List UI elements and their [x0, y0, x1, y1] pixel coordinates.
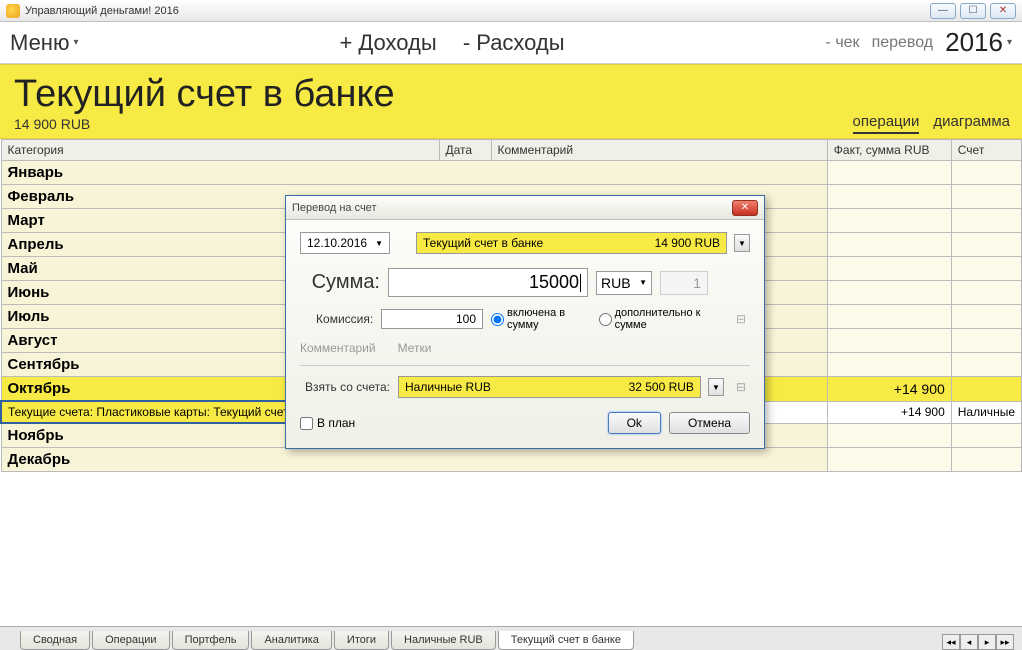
menu-button[interactable]: Меню ▾ [10, 30, 79, 56]
chevron-down-icon: ▾ [1007, 37, 1012, 48]
col-account[interactable]: Счет [951, 140, 1021, 161]
dialog-title: Перевод на счет [292, 202, 376, 214]
bottom-tab[interactable]: Итоги [334, 631, 389, 650]
cancel-button[interactable]: Отмена [669, 412, 750, 434]
col-comment[interactable]: Комментарий [491, 140, 827, 161]
transfer-dialog: Перевод на счет ✕ 12.10.2016 ▼ Текущий с… [285, 195, 765, 449]
bottom-tab[interactable]: Аналитика [251, 631, 331, 650]
radio-included[interactable]: включена в сумму [491, 307, 591, 331]
check-button[interactable]: - чек [826, 34, 860, 52]
bottom-tab[interactable]: Сводная [20, 631, 90, 650]
bottom-tab[interactable]: Портфель [172, 631, 250, 650]
year-value: 2016 [945, 27, 1003, 58]
date-input[interactable]: 12.10.2016 ▼ [300, 232, 390, 254]
sum-label: Сумма: [300, 271, 380, 294]
minimize-button[interactable]: — [930, 3, 956, 19]
tags-link[interactable]: Метки [398, 341, 432, 355]
month-row[interactable]: Декабрь [1, 448, 1022, 472]
col-category[interactable]: Категория [1, 140, 439, 161]
to-account-combo[interactable]: Текущий счет в банке 14 900 RUB [416, 232, 727, 254]
sum-input[interactable]: 15000 [388, 268, 588, 297]
tab-operations[interactable]: операции [853, 113, 920, 134]
bottom-tab[interactable]: Наличные RUB [391, 631, 496, 650]
expand-icon[interactable]: ⊟ [732, 312, 750, 326]
from-account-dropdown-button[interactable]: ▼ [708, 378, 724, 396]
maximize-button[interactable]: ☐ [960, 3, 986, 19]
chevron-down-icon: ▼ [375, 239, 383, 248]
account-header: Текущий счет в банке 14 900 RUB операции… [0, 64, 1022, 139]
scroll-next-button[interactable]: ▸ [978, 634, 996, 650]
comment-link[interactable]: Комментарий [300, 341, 376, 355]
col-date[interactable]: Дата [439, 140, 491, 161]
plan-checkbox[interactable]: В план [300, 416, 355, 430]
income-button[interactable]: + Доходы [339, 30, 436, 55]
year-selector[interactable]: 2016 ▾ [945, 27, 1012, 58]
from-account-combo[interactable]: Наличные RUB 32 500 RUB [398, 376, 701, 398]
scroll-prev-button[interactable]: ◂ [960, 634, 978, 650]
window-title: Управляющий деньгами! 2016 [25, 5, 179, 17]
transfer-button[interactable]: перевод [872, 34, 934, 52]
menu-label: Меню [10, 30, 69, 56]
commission-label: Комиссия: [300, 312, 373, 326]
from-label: Взять со счета: [300, 380, 390, 394]
expense-button[interactable]: - Расходы [463, 30, 565, 55]
scroll-first-button[interactable]: ◂◂ [942, 634, 960, 650]
scroll-last-button[interactable]: ▸▸ [996, 634, 1014, 650]
commission-input[interactable]: 100 [381, 309, 483, 329]
bottom-tab[interactable]: Операции [92, 631, 169, 650]
command-bar: Меню ▾ + Доходы - Расходы - чек перевод … [0, 22, 1022, 64]
radio-additional[interactable]: дополнительно к сумме [599, 307, 724, 331]
to-account-dropdown-button[interactable]: ▼ [734, 234, 750, 252]
chevron-down-icon: ▼ [639, 278, 647, 287]
account-title: Текущий счет в банке [14, 73, 1008, 116]
app-icon [6, 4, 20, 18]
bottom-tab[interactable]: Текущий счет в банке [498, 631, 634, 650]
tab-chart[interactable]: диаграмма [933, 113, 1010, 134]
currency-combo[interactable]: RUB ▼ [596, 271, 652, 295]
rate-input: 1 [660, 271, 708, 295]
month-row[interactable]: Январь [1, 161, 1022, 185]
expand-icon[interactable]: ⊟ [732, 380, 750, 394]
close-button[interactable]: ✕ [990, 3, 1016, 19]
ok-button[interactable]: Ok [608, 412, 661, 434]
col-fact[interactable]: Факт, сумма RUB [827, 140, 951, 161]
bottom-tabs: СводнаяОперацииПортфельАналитикаИтогиНал… [0, 626, 1022, 650]
window-titlebar: Управляющий деньгами! 2016 — ☐ ✕ [0, 0, 1022, 22]
dialog-close-button[interactable]: ✕ [732, 200, 758, 216]
